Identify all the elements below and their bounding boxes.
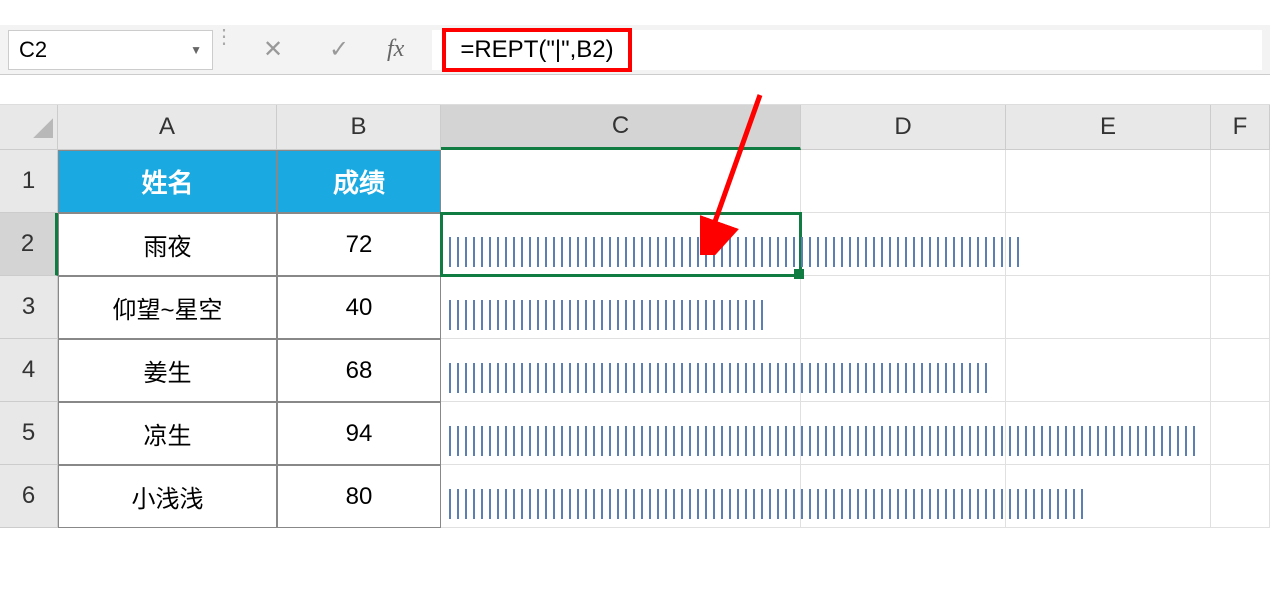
row-header-1[interactable]: 1 — [0, 150, 58, 213]
name-box[interactable]: C2 ▼ — [8, 30, 213, 70]
col-header-e[interactable]: E — [1006, 105, 1211, 150]
name-box-value: C2 — [19, 37, 47, 63]
cell-name[interactable]: 凉生 — [58, 402, 277, 465]
cell-name[interactable]: 姜生 — [58, 339, 277, 402]
cell-name[interactable]: 雨夜 — [58, 213, 277, 276]
col-header-a[interactable]: A — [58, 105, 277, 150]
cell-name[interactable]: 仰望~星空 — [58, 276, 277, 339]
row-header-3[interactable]: 3 — [0, 276, 58, 339]
cell-d6[interactable] — [801, 465, 1006, 528]
header-score[interactable]: 成绩 — [277, 150, 441, 213]
cell-e6[interactable] — [1006, 465, 1211, 528]
cell-f5[interactable] — [1211, 402, 1270, 465]
cell-f6[interactable] — [1211, 465, 1270, 528]
cell-d5[interactable] — [801, 402, 1006, 465]
cell-f4[interactable] — [1211, 339, 1270, 402]
cell-d1[interactable] — [801, 150, 1006, 213]
col-header-c[interactable]: C — [441, 105, 801, 150]
cell-score[interactable]: 80 — [277, 465, 441, 528]
formula-bar: C2 ▼ ⋮ ✕ ✓ fx =REPT("|",B2) — [0, 25, 1270, 75]
col-header-f[interactable]: F — [1211, 105, 1270, 150]
cell-e1[interactable] — [1006, 150, 1211, 213]
cell-score[interactable]: 72 — [277, 213, 441, 276]
cell-c1[interactable] — [441, 150, 801, 213]
formula-text: =REPT("|",B2) — [460, 36, 613, 63]
ribbon-gap — [0, 75, 1270, 105]
name-box-dropdown-icon[interactable]: ▼ — [190, 43, 202, 57]
cell-score[interactable]: 40 — [277, 276, 441, 339]
table-row: 1 姓名 成绩 — [0, 150, 1270, 213]
row-header-6[interactable]: 6 — [0, 465, 58, 528]
cell-e4[interactable] — [1006, 339, 1211, 402]
table-row: 2 雨夜 72 — [0, 213, 1270, 276]
row-header-2[interactable]: 2 — [0, 213, 58, 276]
table-row: 4 姜生 68 — [0, 339, 1270, 402]
cell-name[interactable]: 小浅浅 — [58, 465, 277, 528]
cell-f1[interactable] — [1211, 150, 1270, 213]
cell-e5[interactable] — [1006, 402, 1211, 465]
cell-f3[interactable] — [1211, 276, 1270, 339]
row-header-5[interactable]: 5 — [0, 402, 58, 465]
fill-handle[interactable] — [794, 269, 804, 279]
formula-button-group: ✕ ✓ fx — [235, 35, 424, 64]
rept-bar — [449, 237, 1025, 267]
spreadsheet: A B C D E F 1 姓名 成绩 2 雨夜 72 3 仰望~星空 40 — [0, 105, 1270, 528]
name-box-resize-handle[interactable]: ⋮ — [221, 34, 227, 66]
cell-e2[interactable] — [1006, 213, 1211, 276]
formula-input[interactable]: =REPT("|",B2) — [432, 30, 1262, 70]
cancel-icon[interactable]: ✕ — [255, 35, 291, 64]
select-all-corner[interactable] — [0, 105, 58, 150]
cell-d4[interactable] — [801, 339, 1006, 402]
col-header-d[interactable]: D — [801, 105, 1006, 150]
cell-score[interactable]: 94 — [277, 402, 441, 465]
table-row: 5 凉生 94 — [0, 402, 1270, 465]
cell-bar[interactable] — [441, 402, 801, 465]
row-header-4[interactable]: 4 — [0, 339, 58, 402]
formula-text-highlight: =REPT("|",B2) — [442, 28, 631, 72]
fx-icon[interactable]: fx — [387, 36, 404, 63]
cell-bar[interactable] — [441, 276, 801, 339]
table-row: 3 仰望~星空 40 — [0, 276, 1270, 339]
cell-bar[interactable] — [441, 213, 801, 276]
cell-f2[interactable] — [1211, 213, 1270, 276]
cell-e3[interactable] — [1006, 276, 1211, 339]
cell-score[interactable]: 68 — [277, 339, 441, 402]
cell-bar[interactable] — [441, 339, 801, 402]
table-row: 6 小浅浅 80 — [0, 465, 1270, 528]
column-header-row: A B C D E F — [0, 105, 1270, 150]
confirm-icon[interactable]: ✓ — [321, 35, 357, 64]
cell-d3[interactable] — [801, 276, 1006, 339]
rept-bar — [449, 300, 769, 330]
col-header-b[interactable]: B — [277, 105, 441, 150]
cell-bar[interactable] — [441, 465, 801, 528]
header-name[interactable]: 姓名 — [58, 150, 277, 213]
